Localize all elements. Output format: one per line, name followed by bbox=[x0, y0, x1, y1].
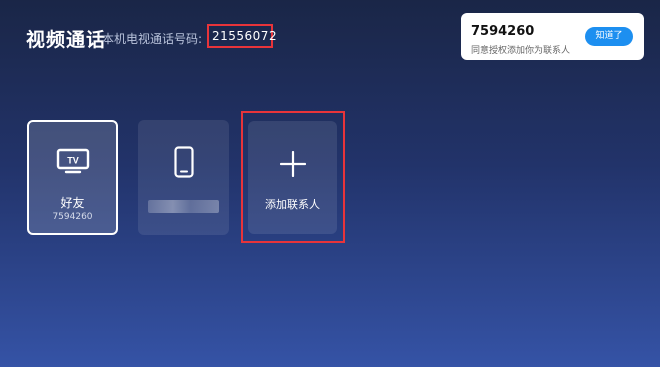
add-contact-label: 添加联系人 bbox=[265, 198, 320, 211]
contact-name: 好友 bbox=[60, 196, 85, 210]
toast-message: 同意授权添加你为联系人 bbox=[471, 46, 571, 56]
svg-text:TV: TV bbox=[67, 156, 79, 166]
contact-card-phone[interactable] bbox=[138, 120, 229, 235]
plus-icon bbox=[279, 151, 306, 177]
contact-id-blurred bbox=[148, 200, 219, 213]
toast-ok-button[interactable]: 知道了 bbox=[585, 27, 633, 46]
authorization-toast: 7594260 同意授权添加你为联系人 知道了 bbox=[461, 13, 644, 60]
page-title: 视频通话 bbox=[26, 29, 107, 51]
contact-card-tv[interactable]: TV 好友 7594260 bbox=[27, 120, 118, 235]
device-number-label: 本机电视通话号码: bbox=[102, 32, 203, 46]
tv-icon: TV bbox=[56, 148, 89, 174]
device-number: 21556072 bbox=[212, 29, 278, 43]
phone-icon bbox=[173, 146, 194, 178]
contact-id: 7594260 bbox=[52, 212, 93, 222]
add-contact-button[interactable]: 添加联系人 bbox=[248, 121, 337, 234]
toast-contact-number: 7594260 bbox=[471, 24, 535, 39]
